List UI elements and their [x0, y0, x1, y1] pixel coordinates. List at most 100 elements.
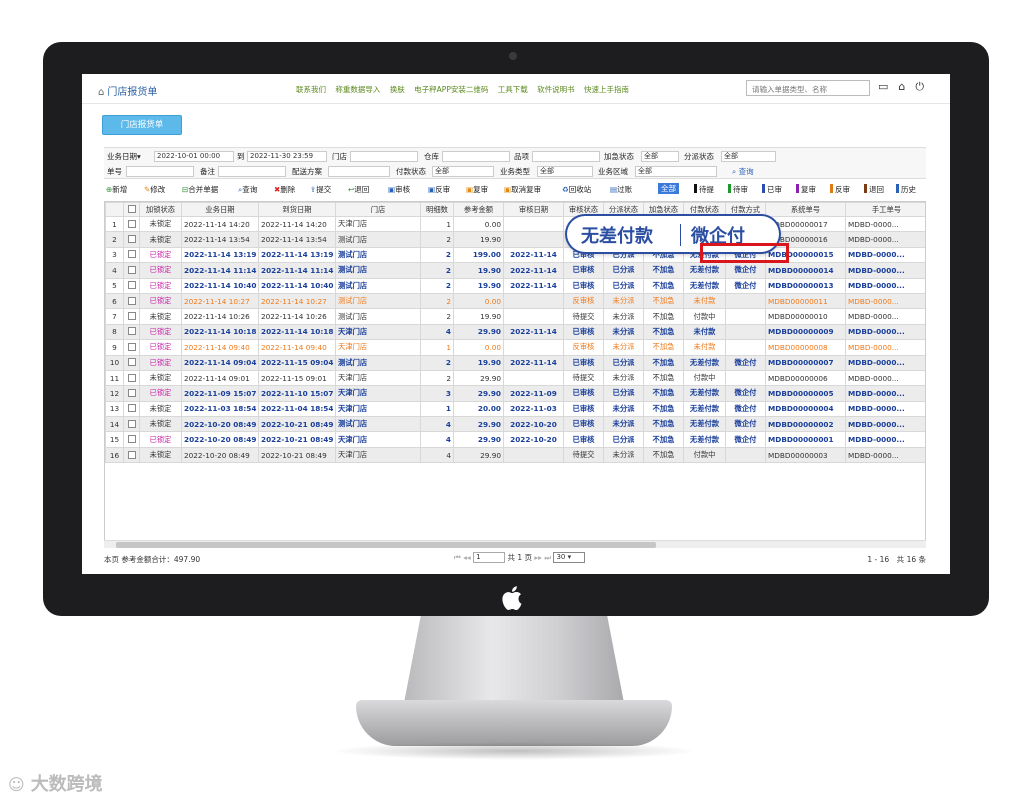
table-row[interactable]: 10 已锁定 2022-11-14 09:04 2022-11-15 09:04 测试门…	[105, 354, 925, 371]
table-row[interactable]: 8 已锁定 2022-11-14 10:18 2022-11-14 10:18 天津门店…	[105, 323, 925, 341]
table-row[interactable]: 15 已锁定 2022-10-20 08:49 2022-10-21 08:49 天津门…	[105, 431, 925, 448]
table-row[interactable]: 13 未锁定 2022-11-03 18:54 2022-11-04 18:54 天津门…	[105, 400, 925, 418]
row-checkbox[interactable]	[127, 250, 136, 259]
cancel-recheck-button[interactable]: ▣取消复审	[504, 184, 541, 195]
row-checkbox[interactable]	[127, 296, 136, 305]
col-audit-status[interactable]: 审核状态	[563, 202, 604, 217]
col-system-no[interactable]: 系统单号	[765, 202, 846, 217]
region-select[interactable]: 全部	[635, 166, 717, 177]
home-icon[interactable]: ⌂	[898, 80, 905, 93]
row-checkbox[interactable]	[127, 435, 136, 444]
table-row[interactable]: 1 未锁定 2022-11-14 14:20 2022-11-14 14:20 天津门店…	[105, 215, 925, 233]
cell-select[interactable]	[123, 262, 140, 279]
row-checkbox[interactable]	[127, 373, 136, 382]
search-input[interactable]: 请输入单据类型、名称	[746, 80, 870, 96]
cell-select[interactable]	[123, 385, 140, 402]
col-dispatch-status[interactable]: 分派状态	[603, 202, 644, 217]
legend-returned[interactable]: 退回	[864, 184, 884, 195]
cell-select[interactable]	[123, 431, 140, 448]
col-biz-date[interactable]: 业务日期	[181, 202, 259, 217]
row-checkbox[interactable]	[127, 281, 136, 290]
cell-select[interactable]	[123, 400, 140, 418]
edit-button[interactable]: ✎修改	[144, 184, 165, 195]
remark-input[interactable]	[218, 166, 286, 177]
item-input[interactable]	[532, 151, 600, 162]
pay-select[interactable]: 全部	[432, 166, 494, 177]
filter-button[interactable]: ▤过账	[610, 184, 632, 195]
new-button[interactable]: ⊕新增	[106, 184, 127, 195]
col-store[interactable]: 门店	[335, 202, 421, 217]
cell-select[interactable]	[123, 231, 140, 248]
col-audit-date[interactable]: 审核日期	[503, 202, 564, 217]
cell-select[interactable]	[123, 292, 140, 310]
table-row[interactable]: 2 未锁定 2022-11-14 13:54 2022-11-14 13:54 测试门店…	[105, 231, 925, 248]
legend-recheck[interactable]: 复审	[796, 184, 816, 195]
cell-select[interactable]	[123, 277, 140, 294]
date-from-input[interactable]: 2022-10-01 00:00	[154, 151, 234, 162]
submit-button[interactable]: ⇪提交	[310, 184, 331, 195]
legend-all[interactable]: 全部	[658, 183, 679, 194]
link-manual[interactable]: 软件说明书	[537, 85, 575, 94]
row-checkbox[interactable]	[127, 342, 136, 351]
row-checkbox[interactable]	[127, 265, 136, 274]
table-row[interactable]: 7 未锁定 2022-11-14 10:26 2022-11-14 10:26 测试门店…	[105, 308, 925, 325]
col-manual-no[interactable]: 手工单号	[845, 202, 925, 217]
scroll-thumb[interactable]	[116, 542, 656, 548]
recheck-button[interactable]: ▣复审	[466, 184, 488, 195]
cell-select[interactable]	[123, 308, 140, 325]
cell-select[interactable]	[123, 339, 140, 356]
no-input[interactable]	[126, 166, 194, 177]
link-quickstart[interactable]: 快速上手指南	[584, 85, 629, 94]
recycle-button[interactable]: ♻回收站	[562, 184, 591, 195]
row-checkbox[interactable]	[127, 419, 136, 428]
date-type-select[interactable]: 业务日期▾	[107, 151, 141, 163]
table-row[interactable]: 14 未锁定 2022-10-20 08:49 2022-10-21 08:49 测试门…	[105, 416, 925, 433]
link-tools[interactable]: 工具下载	[498, 85, 528, 94]
dispatch-select[interactable]: 全部	[721, 151, 776, 162]
table-row[interactable]: 6 已锁定 2022-11-14 10:27 2022-11-14 10:27 测试门店…	[105, 292, 925, 310]
row-checkbox[interactable]	[127, 404, 136, 413]
legend-pending-audit[interactable]: 待审	[728, 184, 748, 195]
link-scale-app[interactable]: 电子秤APP安装二维码	[414, 85, 488, 94]
cell-select[interactable]	[123, 354, 140, 371]
col-detail-count[interactable]: 明细数	[420, 202, 454, 217]
col-amount[interactable]: 参考金额	[453, 202, 504, 217]
legend-history[interactable]: 历史	[896, 184, 916, 195]
table-row[interactable]: 3 已锁定 2022-11-14 13:19 2022-11-14 13:19 测试门店…	[105, 246, 925, 264]
warehouse-input[interactable]	[442, 151, 510, 162]
horizontal-scrollbar[interactable]	[104, 540, 926, 548]
row-checkbox[interactable]	[127, 235, 136, 244]
cell-select[interactable]	[123, 446, 140, 464]
audit-button[interactable]: ▣审核	[388, 184, 410, 195]
biz-type-select[interactable]: 全部	[537, 166, 593, 177]
query-button[interactable]: ⌕ 查询	[732, 166, 754, 178]
page-size-select[interactable]: 30 ▾	[553, 552, 586, 563]
urgent-select[interactable]: 全部	[641, 151, 679, 162]
cell-select[interactable]	[123, 369, 140, 387]
table-row[interactable]: 4 已锁定 2022-11-14 11:14 2022-11-14 11:14 测试门店…	[105, 262, 925, 279]
cell-select[interactable]	[123, 246, 140, 264]
row-checkbox[interactable]	[127, 219, 136, 228]
link-skin[interactable]: 换肤	[390, 85, 405, 94]
link-contact[interactable]: 联系我们	[296, 85, 326, 94]
col-pay-status[interactable]: 付款状态	[683, 202, 726, 217]
power-icon[interactable]: ⏻	[915, 80, 924, 93]
store-input[interactable]	[350, 151, 418, 162]
delivery-input[interactable]	[328, 166, 390, 177]
table-row[interactable]: 11 未锁定 2022-11-14 09:01 2022-11-15 09:01 天津门…	[105, 369, 925, 387]
return-button[interactable]: ↩退回	[348, 184, 369, 195]
row-checkbox[interactable]	[127, 450, 136, 459]
page-input[interactable]: 1	[473, 552, 506, 563]
merge-button[interactable]: ⊟合并单据	[182, 184, 218, 195]
delete-button[interactable]: ✖删除	[274, 184, 295, 195]
keyboard-icon[interactable]: ▭	[878, 80, 888, 93]
table-row[interactable]: 5 已锁定 2022-11-14 10:40 2022-11-14 10:40 测试门店…	[105, 277, 925, 294]
cell-select[interactable]	[123, 416, 140, 433]
col-arrival-date[interactable]: 到货日期	[258, 202, 336, 217]
row-checkbox[interactable]	[127, 327, 136, 336]
row-checkbox[interactable]	[127, 358, 136, 367]
legend-unaudit[interactable]: 反审	[830, 184, 850, 195]
query-toolbar-button[interactable]: ⌕查询	[238, 184, 257, 195]
prev-page-icon[interactable]: ◂◂	[463, 553, 471, 562]
legend-pending-submit[interactable]: 待提	[694, 184, 714, 195]
